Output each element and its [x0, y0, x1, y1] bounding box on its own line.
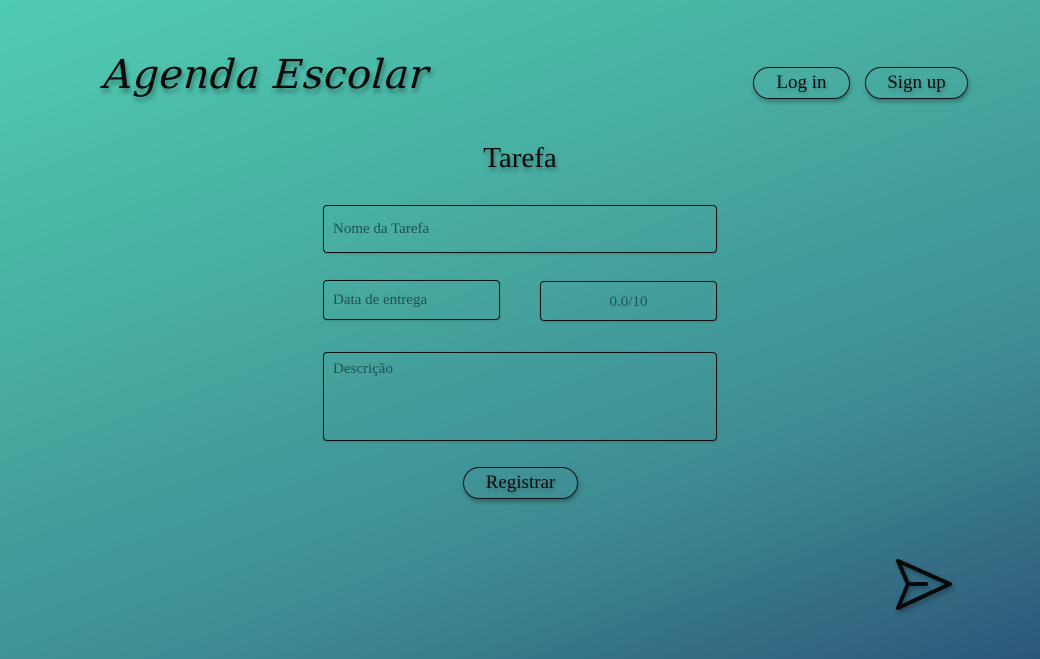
description-textarea[interactable] [323, 352, 717, 441]
send-icon[interactable] [892, 556, 956, 614]
login-button[interactable]: Log in [753, 67, 850, 99]
signup-button[interactable]: Sign up [865, 67, 968, 99]
register-button[interactable]: Registrar [463, 467, 578, 499]
due-date-input[interactable] [323, 280, 500, 320]
task-name-input[interactable] [323, 205, 717, 253]
app-logo-title: Agenda Escolar [102, 52, 431, 98]
form-title: Tarefa [483, 142, 557, 174]
grade-input[interactable] [540, 281, 717, 321]
